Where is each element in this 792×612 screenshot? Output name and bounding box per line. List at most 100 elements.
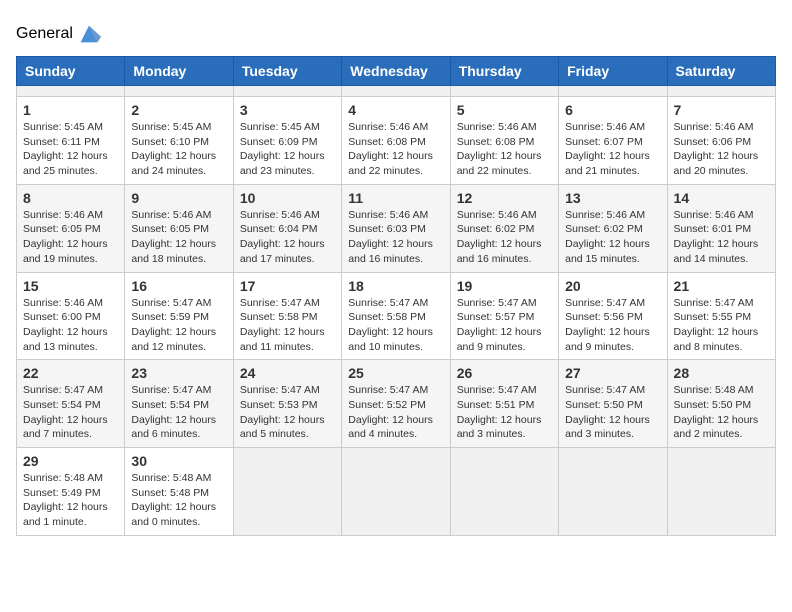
page-header: General [16, 16, 776, 48]
day-info: Sunrise: 5:47 AMSunset: 5:53 PMDaylight:… [240, 383, 335, 442]
calendar-row-0 [17, 86, 776, 97]
day-number: 10 [240, 190, 335, 206]
calendar-cell: 21 Sunrise: 5:47 AMSunset: 5:55 PMDayligh… [667, 272, 775, 360]
calendar-row-1: 1 Sunrise: 5:45 AMSunset: 6:11 PMDaylight… [17, 97, 776, 185]
day-info: Sunrise: 5:47 AMSunset: 5:50 PMDaylight:… [565, 383, 660, 442]
day-info: Sunrise: 5:47 AMSunset: 5:52 PMDaylight:… [348, 383, 443, 442]
calendar-cell [125, 86, 233, 97]
day-info: Sunrise: 5:46 AMSunset: 6:02 PMDaylight:… [565, 208, 660, 267]
day-info: Sunrise: 5:47 AMSunset: 5:59 PMDaylight:… [131, 296, 226, 355]
calendar-cell [342, 448, 450, 536]
day-info: Sunrise: 5:47 AMSunset: 5:51 PMDaylight:… [457, 383, 552, 442]
calendar-cell: 11 Sunrise: 5:46 AMSunset: 6:03 PMDayligh… [342, 184, 450, 272]
day-info: Sunrise: 5:45 AMSunset: 6:09 PMDaylight:… [240, 120, 335, 179]
day-info: Sunrise: 5:47 AMSunset: 5:54 PMDaylight:… [131, 383, 226, 442]
day-info: Sunrise: 5:45 AMSunset: 6:10 PMDaylight:… [131, 120, 226, 179]
day-number: 20 [565, 278, 660, 294]
day-number: 25 [348, 365, 443, 381]
calendar-cell: 13Sunrise: 5:46 AMSunset: 6:02 PMDayligh… [559, 184, 667, 272]
day-number: 24 [240, 365, 335, 381]
calendar-cell: 4Sunrise: 5:46 AMSunset: 6:08 PMDaylight… [342, 97, 450, 185]
calendar-cell [17, 86, 125, 97]
header-cell-sunday: Sunday [17, 57, 125, 86]
day-info: Sunrise: 5:46 AMSunset: 6:05 PMDaylight:… [131, 208, 226, 267]
calendar-cell: 28 Sunrise: 5:48 AMSunset: 5:50 PMDayligh… [667, 360, 775, 448]
calendar-cell: 3 Sunrise: 5:45 AMSunset: 6:09 PMDaylight… [233, 97, 341, 185]
calendar-cell: 2 Sunrise: 5:45 AMSunset: 6:10 PMDaylight… [125, 97, 233, 185]
calendar-cell: 23 Sunrise: 5:47 AMSunset: 5:54 PMDayligh… [125, 360, 233, 448]
calendar-cell: 26 Sunrise: 5:47 AMSunset: 5:51 PMDayligh… [450, 360, 558, 448]
day-info: Sunrise: 5:47 AMSunset: 5:54 PMDaylight:… [23, 383, 118, 442]
header-cell-saturday: Saturday [667, 57, 775, 86]
day-number: 7 [674, 102, 769, 118]
day-info: Sunrise: 5:47 AMSunset: 5:58 PMDaylight:… [240, 296, 335, 355]
header-cell-wednesday: Wednesday [342, 57, 450, 86]
calendar: SundayMondayTuesdayWednesdayThursdayFrid… [16, 56, 776, 536]
logo-general: General [16, 25, 73, 43]
day-number: 16 [131, 278, 226, 294]
day-number: 9 [131, 190, 226, 206]
day-info: Sunrise: 5:46 AMSunset: 6:00 PMDaylight:… [23, 296, 118, 355]
calendar-row-5: 29Sunrise: 5:48 AMSunset: 5:49 PMDayligh… [17, 448, 776, 536]
calendar-cell: 9 Sunrise: 5:46 AMSunset: 6:05 PMDaylight… [125, 184, 233, 272]
day-number: 23 [131, 365, 226, 381]
day-number: 2 [131, 102, 226, 118]
header-cell-monday: Monday [125, 57, 233, 86]
calendar-cell: 22 Sunrise: 5:47 AMSunset: 5:54 PMDayligh… [17, 360, 125, 448]
calendar-cell [559, 448, 667, 536]
calendar-cell [233, 448, 341, 536]
calendar-cell [559, 86, 667, 97]
day-info: Sunrise: 5:48 AMSunset: 5:50 PMDaylight:… [674, 383, 769, 442]
day-number: 17 [240, 278, 335, 294]
calendar-row-4: 22 Sunrise: 5:47 AMSunset: 5:54 PMDayligh… [17, 360, 776, 448]
day-number: 1 [23, 102, 118, 118]
day-number: 11 [348, 190, 443, 206]
calendar-cell: 25 Sunrise: 5:47 AMSunset: 5:52 PMDayligh… [342, 360, 450, 448]
calendar-header: SundayMondayTuesdayWednesdayThursdayFrid… [17, 57, 776, 86]
calendar-cell: 20 Sunrise: 5:47 AMSunset: 5:56 PMDayligh… [559, 272, 667, 360]
day-info: Sunrise: 5:46 AMSunset: 6:01 PMDaylight:… [674, 208, 769, 267]
day-number: 19 [457, 278, 552, 294]
day-info: Sunrise: 5:48 AMSunset: 5:49 PMDaylight:… [23, 471, 118, 530]
day-number: 22 [23, 365, 118, 381]
day-number: 14 [674, 190, 769, 206]
day-info: Sunrise: 5:46 AMSunset: 6:02 PMDaylight:… [457, 208, 552, 267]
calendar-cell: 17 Sunrise: 5:47 AMSunset: 5:58 PMDayligh… [233, 272, 341, 360]
calendar-cell: 10Sunrise: 5:46 AMSunset: 6:04 PMDayligh… [233, 184, 341, 272]
day-info: Sunrise: 5:46 AMSunset: 6:08 PMDaylight:… [457, 120, 552, 179]
calendar-cell [667, 448, 775, 536]
day-number: 18 [348, 278, 443, 294]
calendar-cell: 24 Sunrise: 5:47 AMSunset: 5:53 PMDayligh… [233, 360, 341, 448]
calendar-cell: 14 Sunrise: 5:46 AMSunset: 6:01 PMDayligh… [667, 184, 775, 272]
logo: General [16, 20, 103, 48]
day-info: Sunrise: 5:47 AMSunset: 5:55 PMDaylight:… [674, 296, 769, 355]
day-number: 27 [565, 365, 660, 381]
day-number: 8 [23, 190, 118, 206]
day-number: 12 [457, 190, 552, 206]
calendar-cell: 16 Sunrise: 5:47 AMSunset: 5:59 PMDayligh… [125, 272, 233, 360]
day-number: 15 [23, 278, 118, 294]
calendar-cell: 18 Sunrise: 5:47 AMSunset: 5:58 PMDayligh… [342, 272, 450, 360]
day-number: 21 [674, 278, 769, 294]
day-info: Sunrise: 5:47 AMSunset: 5:58 PMDaylight:… [348, 296, 443, 355]
day-info: Sunrise: 5:48 AMSunset: 5:48 PMDaylight:… [131, 471, 226, 530]
calendar-cell: 30Sunrise: 5:48 AMSunset: 5:48 PMDayligh… [125, 448, 233, 536]
day-info: Sunrise: 5:47 AMSunset: 5:57 PMDaylight:… [457, 296, 552, 355]
calendar-cell: 19 Sunrise: 5:47 AMSunset: 5:57 PMDayligh… [450, 272, 558, 360]
day-info: Sunrise: 5:46 AMSunset: 6:03 PMDaylight:… [348, 208, 443, 267]
calendar-cell: 29Sunrise: 5:48 AMSunset: 5:49 PMDayligh… [17, 448, 125, 536]
day-number: 4 [348, 102, 443, 118]
calendar-cell: 1 Sunrise: 5:45 AMSunset: 6:11 PMDaylight… [17, 97, 125, 185]
day-number: 26 [457, 365, 552, 381]
logo-text: General [16, 25, 73, 43]
day-number: 3 [240, 102, 335, 118]
calendar-cell: 15 Sunrise: 5:46 AMSunset: 6:00 PMDayligh… [17, 272, 125, 360]
day-info: Sunrise: 5:45 AMSunset: 6:11 PMDaylight:… [23, 120, 118, 179]
calendar-cell: 6Sunrise: 5:46 AMSunset: 6:07 PMDaylight… [559, 97, 667, 185]
calendar-cell [342, 86, 450, 97]
day-number: 28 [674, 365, 769, 381]
header-row: SundayMondayTuesdayWednesdayThursdayFrid… [17, 57, 776, 86]
day-info: Sunrise: 5:47 AMSunset: 5:56 PMDaylight:… [565, 296, 660, 355]
calendar-cell: 7Sunrise: 5:46 AMSunset: 6:06 PMDaylight… [667, 97, 775, 185]
calendar-body: 1 Sunrise: 5:45 AMSunset: 6:11 PMDaylight… [17, 86, 776, 536]
